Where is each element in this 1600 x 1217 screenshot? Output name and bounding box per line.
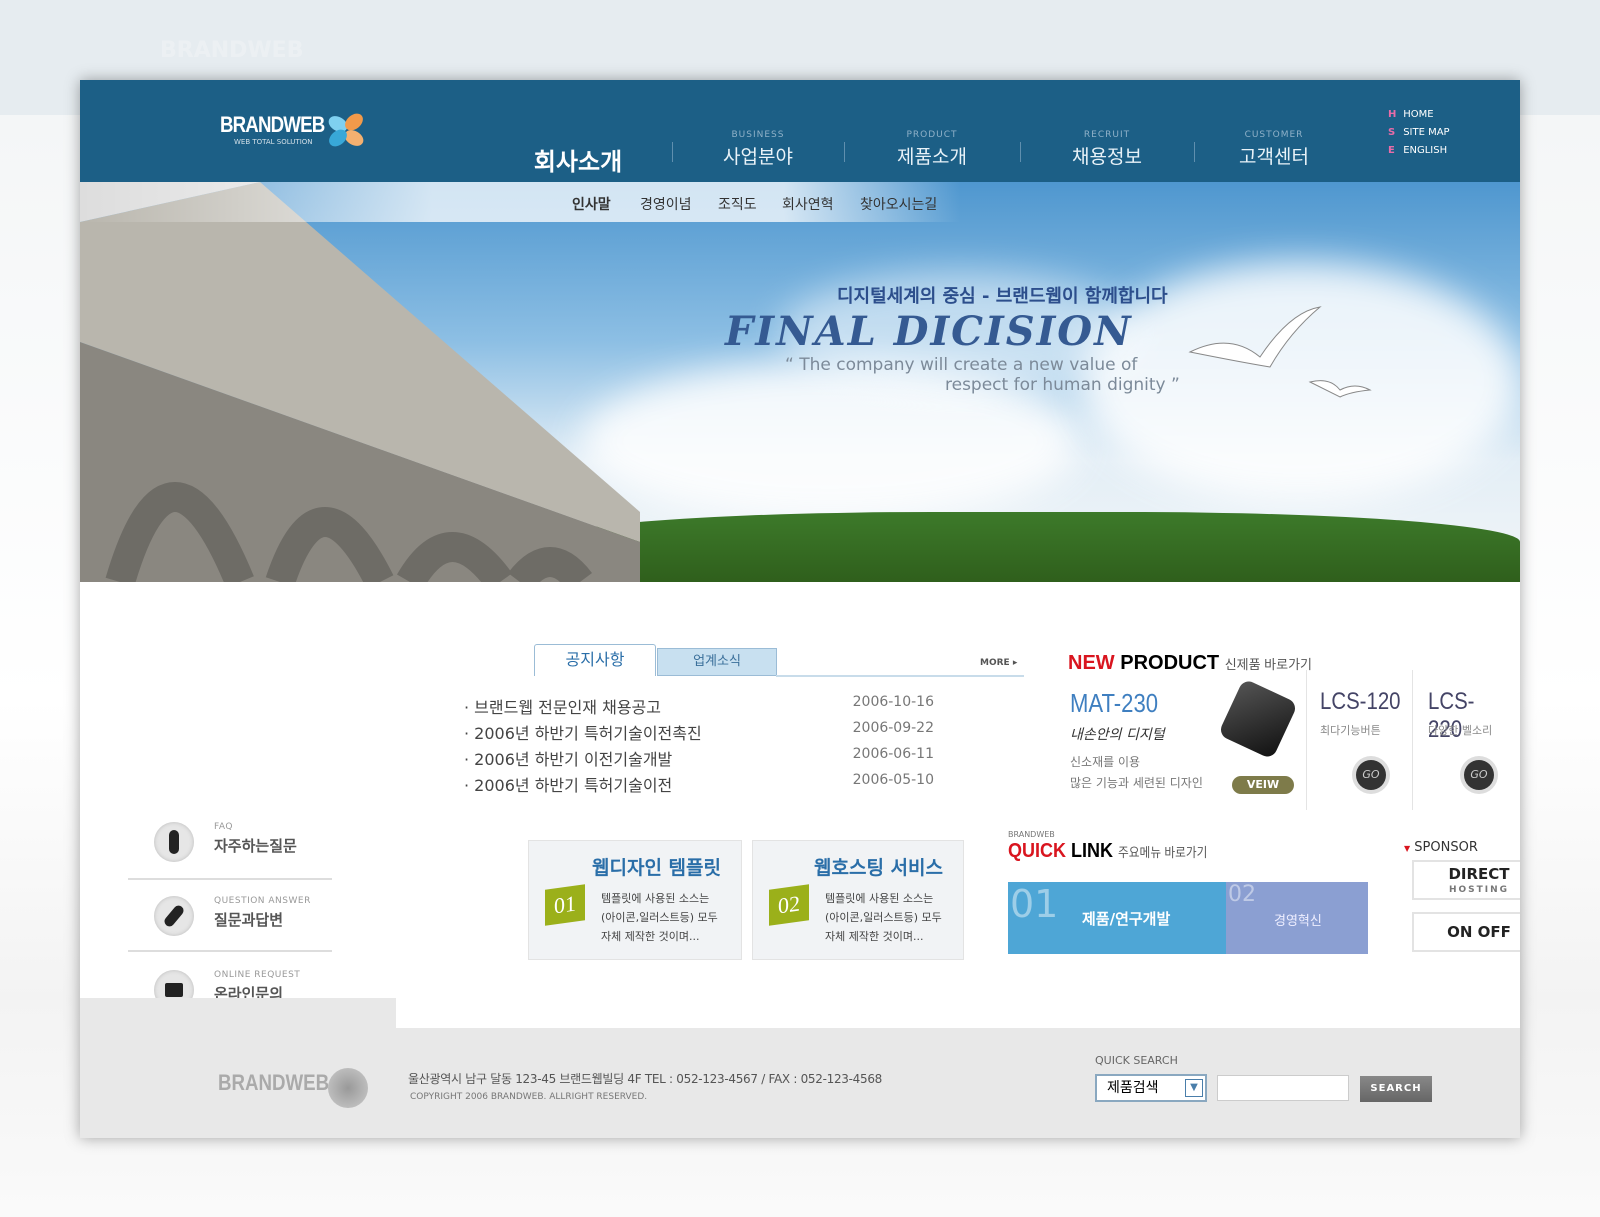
quick-link-innovation[interactable]: 02 경영혁신 [1226,882,1368,954]
sponsor-title: ▼ SPONSOR [1404,840,1478,855]
subnav-greeting[interactable]: 인사말 [572,194,611,214]
pinwheel-icon [328,113,364,147]
notice-item[interactable]: · 2006년 하반기 특허기술이전 2006-05-10 [464,772,934,796]
utility-links: H HOME S SITE MAP E ENGLISH [1388,106,1450,160]
divider [1306,670,1307,810]
notice-item[interactable]: · 2006년 하반기 이전기술개발 2006-06-11 [464,746,934,770]
product-script: 내손안의 디지털 [1070,727,1165,743]
home-link[interactable]: H HOME [1388,106,1450,124]
quick-link-brand: BRANDWEB [1008,830,1055,839]
subnav-directions[interactable]: 찾아오시는길 [860,194,937,214]
notice-item[interactable]: · 2006년 하반기 특허기술이전촉진 2006-09-22 [464,720,934,744]
logo[interactable]: BRANDWEB WEB TOTAL SOLUTION [220,112,364,147]
search-input[interactable] [1217,1075,1349,1101]
sitemap-link[interactable]: S SITE MAP [1388,124,1450,142]
product-desc: 최다기능버튼 [1320,724,1381,737]
website-window: BRANDWEB WEB TOTAL SOLUTION 회사소개 BUSINES… [80,80,1520,1138]
sub-navigation: 인사말 경영이념 조직도 회사연혁 찾아오시는길 [80,182,960,222]
microphone-icon [154,822,194,862]
tab-notice[interactable]: 공지사항 [534,644,656,676]
divider [672,142,673,162]
nav-customer[interactable]: CUSTOMER 고객센터 [1224,130,1324,169]
divider [1412,670,1413,810]
search-button[interactable]: SEARCH [1360,1076,1432,1102]
nav-recruit[interactable]: RECRUIT 채용정보 [1057,130,1157,169]
header: BRANDWEB WEB TOTAL SOLUTION 회사소개 BUSINES… [80,80,1520,182]
quick-link-title: QUICK LINK 주요메뉴 바로가기 [1008,840,1208,862]
hero-banner: 인사말 경영이념 조직도 회사연혁 찾아오시는길 디지털세계의 중심 - 브랜드… [80,182,1520,582]
chevron-down-icon: ▼ [1185,1079,1203,1097]
english-link[interactable]: E ENGLISH [1388,142,1450,160]
quick-search-label: QUICK SEARCH [1095,1054,1178,1067]
divider [128,950,332,952]
feature-box-web-design[interactable]: 웹디자인 템플릿 01 템플릿에 사용된 소스는 (아이콘,일러스트등) 모두 자체 … [528,840,742,960]
pen-icon [154,896,194,936]
main-content: 공지사항 업계소식 MORE ▸ · 브랜드웹 전문인재 채용공고 2006-10… [396,584,1520,1028]
sponsor-onoff[interactable]: ON OFF [1412,912,1520,952]
view-button[interactable]: VEIW [1232,776,1294,794]
tab-industry-news[interactable]: 업계소식 [657,648,777,676]
nav-product[interactable]: PRODUCT 제품소개 [882,130,982,169]
product-name[interactable]: LCS-120 [1320,688,1401,716]
background-logo: BRANDWEB [160,38,304,63]
divider [128,878,332,880]
quick-link-rnd[interactable]: 01 제품/연구개발 [1008,882,1226,954]
hero-copy: 디지털세계의 중심 - 브랜드웹이 함께합니다 FINAL DICISION “… [725,286,1180,395]
phone-image [1217,678,1299,760]
seagulls-icon [1188,306,1372,398]
nav-label: 회사소개 [533,148,623,176]
go-button[interactable]: GO [1356,760,1386,790]
divider [1020,142,1021,162]
footer: BRANDWEB 울산광역시 남구 달동 123-45 브랜드웹빌딩 4F TE… [80,1028,1520,1138]
subnav-philosophy[interactable]: 경영이념 [640,194,692,214]
sponsor-direct-sub: HOSTING [1448,885,1510,895]
product-desc: 신소재를 이용 많은 기능과 세련된 디자인 [1070,755,1203,790]
product-desc: 다양한 벨소리 [1428,724,1493,737]
divider [1194,142,1195,162]
nav-company[interactable]: 회사소개 [528,130,628,177]
bridge-image [80,182,640,582]
footer-logo: BRANDWEB [218,1070,330,1095]
more-link[interactable]: MORE ▸ [980,658,1017,668]
nav-business[interactable]: BUSINESS 사업분야 [708,130,808,169]
left-sidebar: FAQ 자주하는질문 QUESTION ANSWER 질문과답변 ONLINE RE… [80,582,396,1010]
search-category-select[interactable]: 제품검색 ▼ [1095,1074,1207,1102]
feature-box-web-hosting[interactable]: 웹호스팅 서비스 02 템플릿에 사용된 소스는 (아이콘,일러스트등) 모두 자체 … [752,840,964,960]
product-name[interactable]: MAT-230 [1070,688,1158,719]
sidebar-footer-strip [80,998,396,1028]
subnav-history[interactable]: 회사연혁 [782,194,834,214]
footer-address: 울산광역시 남구 달동 123-45 브랜드웹빌딩 4F TEL : 052-1… [408,1072,882,1086]
pinwheel-icon [328,1068,368,1108]
sponsor-direct[interactable]: DIRECT HOSTING [1412,860,1520,900]
divider [844,142,845,162]
footer-copyright: COPYRIGHT 2006 BRANDWEB. ALLRIGHT RESERV… [410,1092,648,1102]
logo-text: BRANDWEB [220,112,325,137]
subnav-organization[interactable]: 조직도 [718,194,757,214]
divider [776,675,1024,677]
new-product-title: NEW PRODUCT 신제품 바로가기 [1068,652,1313,674]
notice-item[interactable]: · 브랜드웹 전문인재 채용공고 2006-10-16 [464,694,934,718]
go-button[interactable]: GO [1464,760,1494,790]
